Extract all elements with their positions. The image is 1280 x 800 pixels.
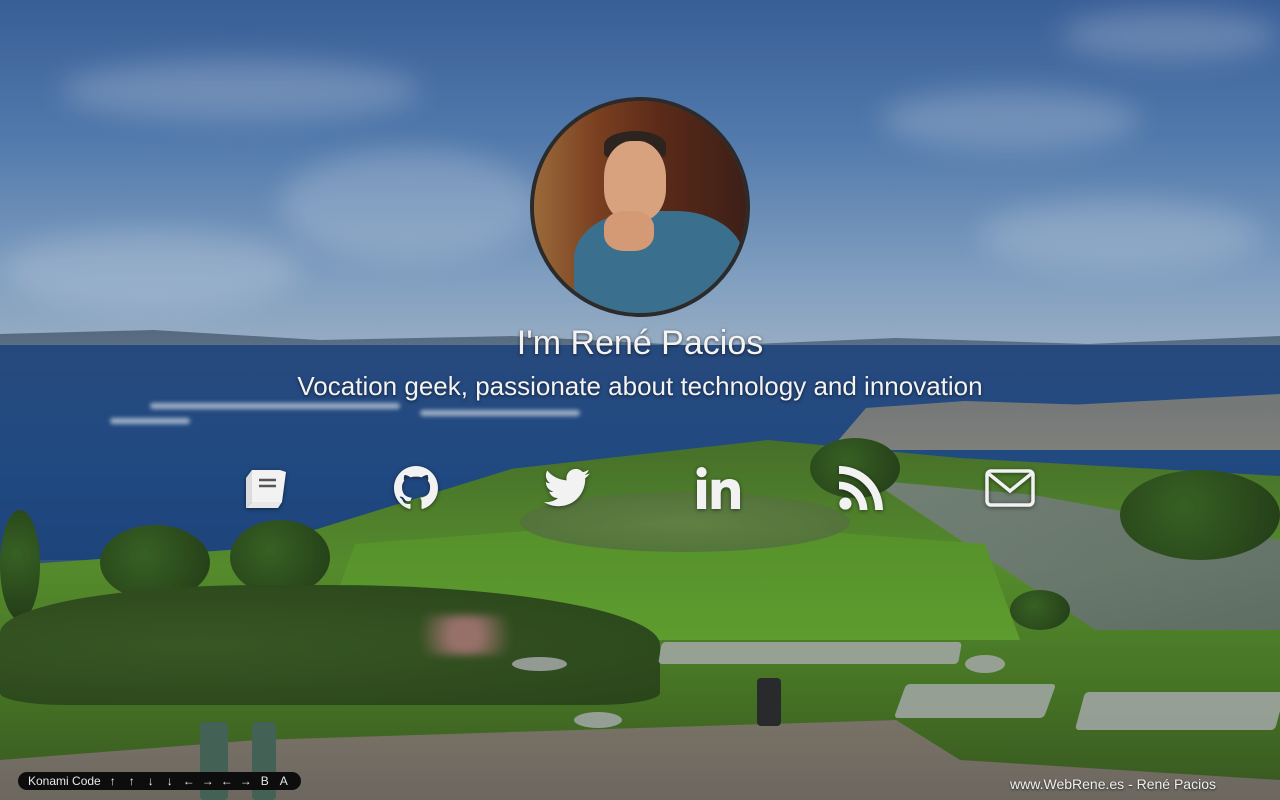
konami-label: Konami Code xyxy=(28,774,101,788)
github-icon xyxy=(394,466,438,509)
social-links xyxy=(0,465,1280,515)
github-link[interactable] xyxy=(391,465,441,511)
book-icon xyxy=(246,470,286,508)
konami-key: ↑ xyxy=(128,774,135,788)
konami-key: A xyxy=(279,774,288,788)
page-title: I'm René Pacios xyxy=(516,324,764,362)
rss-icon xyxy=(839,466,883,510)
envelope-icon xyxy=(985,469,1035,507)
konami-key: → xyxy=(201,774,214,788)
footer-credit[interactable]: www.WebRene.es - René Pacios xyxy=(1010,776,1216,792)
konami-key: ← xyxy=(182,774,195,788)
blog-link[interactable] xyxy=(240,465,290,511)
profile-avatar xyxy=(530,97,750,317)
konami-key: B xyxy=(260,774,269,788)
konami-key: ↑ xyxy=(109,774,116,788)
email-link[interactable] xyxy=(985,465,1035,511)
page-subtitle: Vocation geek, passionate about technolo… xyxy=(297,371,983,401)
konami-key: → xyxy=(239,774,252,788)
konami-code-badge: Konami Code ↑ ↑ ↓ ↓ ← → ← → B A xyxy=(18,772,301,790)
twitter-icon xyxy=(544,468,590,507)
konami-key: ↓ xyxy=(166,774,173,788)
konami-key: ← xyxy=(220,774,233,788)
rss-link[interactable] xyxy=(836,465,886,511)
linkedin-icon xyxy=(696,467,740,509)
konami-key: ↓ xyxy=(147,774,154,788)
linkedin-link[interactable] xyxy=(693,465,743,511)
twitter-link[interactable] xyxy=(542,465,592,511)
